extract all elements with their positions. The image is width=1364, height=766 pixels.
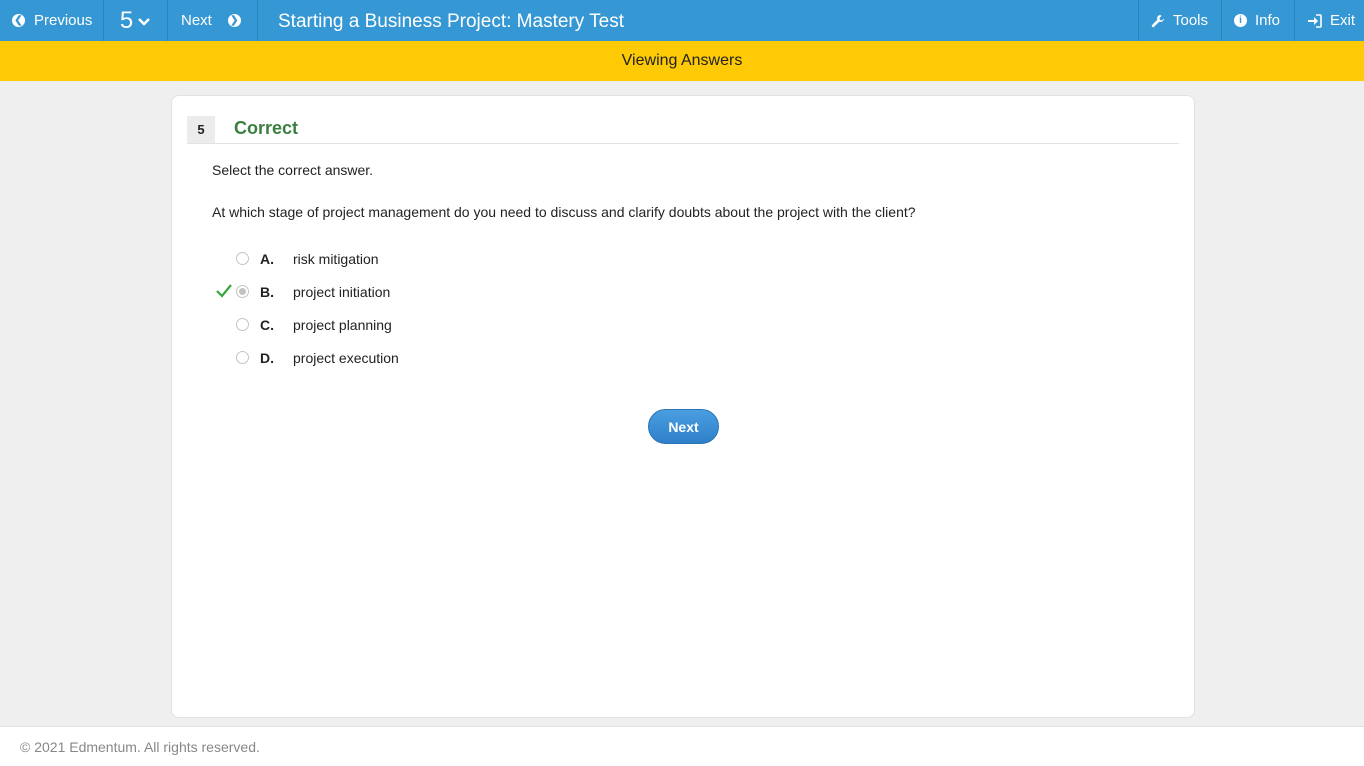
option-a[interactable]: A. risk mitigation [212, 249, 612, 269]
exit-button[interactable]: Exit [1294, 0, 1364, 41]
answer-status: Correct [234, 118, 299, 138]
copyright-text: © 2021 Edmentum. All rights reserved. [20, 739, 260, 755]
footer: © 2021 Edmentum. All rights reserved. [0, 726, 1364, 766]
info-icon: i [1234, 14, 1247, 27]
question-card: 5 Correct Select the correct answer. At … [171, 95, 1195, 718]
option-letter: D. [260, 350, 274, 366]
info-button[interactable]: i Info [1221, 0, 1294, 41]
radio-button-selected[interactable] [236, 285, 249, 298]
option-d[interactable]: D. project execution [212, 348, 612, 368]
option-text: project planning [293, 317, 392, 333]
option-c[interactable]: C. project planning [212, 315, 612, 335]
question-number-dropdown[interactable]: 5 [104, 0, 168, 41]
wrench-icon [1151, 14, 1164, 27]
viewing-answers-banner: Viewing Answers [0, 41, 1364, 81]
arrow-left-circle-icon: ❮ [12, 14, 25, 27]
banner-text: Viewing Answers [621, 52, 743, 69]
option-letter: B. [260, 284, 274, 300]
option-letter: C. [260, 317, 274, 333]
option-text: project execution [293, 350, 399, 366]
info-label: Info [1255, 12, 1281, 29]
option-letter: A. [260, 251, 274, 267]
radio-button[interactable] [236, 351, 249, 364]
previous-button[interactable]: ❮ Previous [0, 0, 104, 41]
previous-label: Previous [34, 12, 93, 29]
exit-label: Exit [1330, 12, 1356, 29]
radio-button[interactable] [236, 318, 249, 331]
next-button[interactable]: Next [648, 409, 719, 444]
question-number-value: 5 [119, 6, 134, 34]
next-nav-label: Next [181, 12, 212, 29]
checkmark-icon [216, 284, 232, 298]
question-header: 5 Correct [187, 116, 1179, 144]
top-navigation-bar: ❮ Previous 5 Next ❯ Starting a Business … [0, 0, 1364, 41]
sign-in-icon [1308, 13, 1322, 28]
tools-button[interactable]: Tools [1138, 0, 1221, 41]
tools-label: Tools [1173, 12, 1209, 29]
option-b[interactable]: B. project initiation [212, 282, 612, 302]
chevron-down-icon [138, 17, 151, 26]
arrow-right-circle-icon: ❯ [227, 14, 241, 27]
option-text: risk mitigation [293, 251, 379, 267]
next-nav-button[interactable]: Next ❯ [168, 0, 258, 41]
option-text: project initiation [293, 284, 391, 300]
radio-button[interactable] [236, 252, 249, 265]
page-title: Starting a Business Project: Mastery Tes… [278, 11, 625, 32]
question-number-badge: 5 [187, 116, 215, 143]
question-instruction: Select the correct answer. [212, 162, 374, 178]
question-prompt: At which stage of project management do … [212, 204, 916, 220]
